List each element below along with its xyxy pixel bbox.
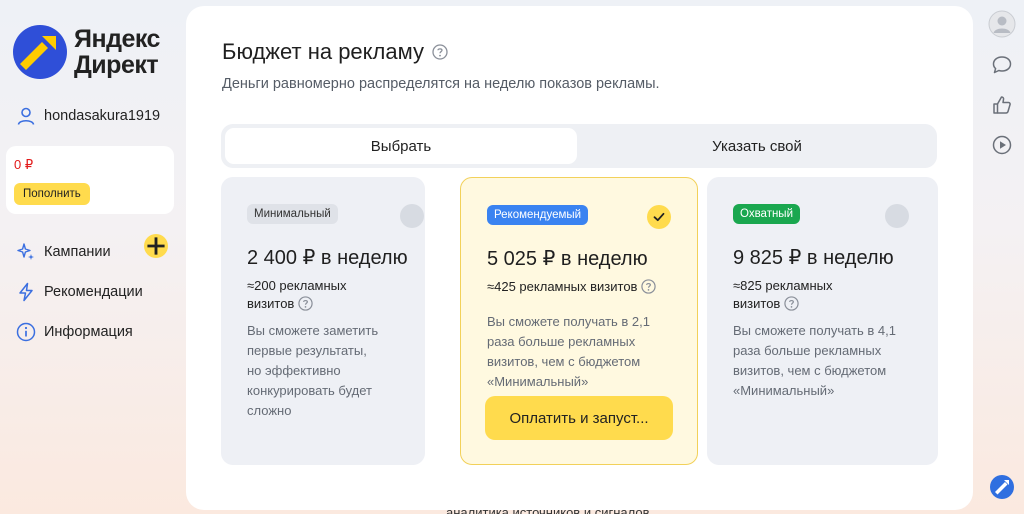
desc-line: визитов, чем с бюджетом bbox=[733, 363, 887, 378]
budget-badge: Охватный bbox=[733, 204, 800, 224]
radio-button[interactable] bbox=[885, 204, 909, 228]
radio-button-checked[interactable] bbox=[647, 205, 671, 229]
sidebar-item-label: Рекомендации bbox=[44, 284, 143, 300]
budget-price: 2 400 ₽ в неделю bbox=[247, 247, 408, 269]
budget-card-minimal[interactable]: Минимальный 2 400 ₽ в неделю ≈200 реклам… bbox=[221, 177, 425, 465]
visits-line: ≈425 рекламных визитов bbox=[487, 279, 638, 294]
visits-line: визитов bbox=[733, 296, 781, 311]
help-icon[interactable] bbox=[784, 296, 800, 311]
sidebar: Яндекс Директ hondasakura1919 0 ₽ Пополн… bbox=[0, 0, 182, 514]
logo-text: Яндекс Директ bbox=[74, 26, 160, 78]
desc-line: но эффективно bbox=[247, 363, 341, 378]
pay-and-launch-button[interactable]: Оплатить и запуст... bbox=[485, 396, 673, 440]
add-campaign-button[interactable] bbox=[144, 234, 168, 258]
visits-line: визитов bbox=[247, 296, 295, 311]
desc-line: Вы сможете заметить bbox=[247, 323, 379, 338]
user-icon bbox=[17, 107, 35, 125]
tab-choose[interactable]: Выбрать bbox=[225, 128, 577, 164]
tab-custom[interactable]: Указать свой bbox=[581, 128, 933, 164]
modal-title: Бюджет на рекламу bbox=[222, 39, 448, 65]
video-button[interactable] bbox=[985, 128, 1019, 162]
topup-button[interactable]: Пополнить bbox=[14, 183, 90, 205]
play-icon bbox=[992, 135, 1012, 155]
budget-price: 9 825 ₽ в неделю bbox=[733, 247, 894, 269]
desc-line: визитов, чем с бюджетом bbox=[487, 354, 641, 369]
budget-badge: Рекомендуемый bbox=[487, 205, 589, 225]
help-icon[interactable] bbox=[298, 296, 314, 311]
assistant-logo-icon bbox=[990, 475, 1014, 499]
budget-badge: Минимальный bbox=[247, 204, 338, 224]
balance-card: 0 ₽ Пополнить bbox=[6, 146, 174, 214]
visits-line-wrap: визитов bbox=[247, 295, 347, 313]
help-icon[interactable] bbox=[432, 44, 448, 60]
assistant-button[interactable] bbox=[985, 470, 1019, 504]
avatar-icon bbox=[988, 10, 1016, 38]
plus-icon bbox=[147, 237, 165, 255]
budget-card-reach[interactable]: Охватный 9 825 ₽ в неделю ≈825 рекламных… bbox=[707, 177, 938, 465]
yandex-direct-logo-icon bbox=[13, 25, 67, 79]
visits-line: ≈200 рекламных bbox=[247, 278, 347, 293]
logo-line-2: Директ bbox=[74, 51, 159, 79]
desc-line: «Минимальный» bbox=[733, 383, 835, 398]
logo-line-1: Яндекс bbox=[74, 25, 160, 53]
thumbs-up-icon bbox=[993, 96, 1011, 114]
chat-icon bbox=[992, 56, 1012, 74]
radio-button[interactable] bbox=[400, 204, 424, 228]
lightning-icon bbox=[19, 282, 33, 302]
budget-visits: ≈425 рекламных визитов bbox=[487, 278, 657, 296]
budget-description: Вы сможете получать в 2,1 раза больше ре… bbox=[487, 312, 650, 392]
modal-subtitle: Деньги равномерно распределятся на недел… bbox=[222, 76, 660, 92]
budget-visits: ≈200 рекламных визитов bbox=[247, 277, 347, 313]
sidebar-item-info[interactable]: Информация bbox=[16, 312, 176, 352]
background-page-text: аналитика источников и сигналов bbox=[446, 506, 650, 514]
modal-title-text: Бюджет на рекламу bbox=[222, 39, 424, 64]
budget-description: Вы сможете получать в 4,1 раза больше ре… bbox=[733, 321, 896, 401]
feedback-button[interactable] bbox=[985, 88, 1019, 122]
balance-value: 0 ₽ bbox=[14, 157, 34, 172]
desc-line: раза больше рекламных bbox=[733, 343, 882, 358]
desc-line: Вы сможете получать в 2,1 bbox=[487, 314, 651, 329]
sidebar-nav: Кампании Рекомендации Информация bbox=[16, 232, 176, 352]
desc-line: конкурировать будет bbox=[247, 383, 372, 398]
sidebar-item-campaigns[interactable]: Кампании bbox=[16, 232, 176, 272]
sidebar-item-recommendations[interactable]: Рекомендации bbox=[16, 272, 176, 312]
desc-line: Вы сможете получать в 4,1 bbox=[733, 323, 897, 338]
budget-description: Вы сможете заметить первые результаты, н… bbox=[247, 321, 378, 421]
chat-button[interactable] bbox=[985, 48, 1019, 82]
help-icon[interactable] bbox=[641, 279, 657, 294]
sparkle-icon bbox=[17, 243, 34, 260]
user-account[interactable]: hondasakura1919 bbox=[16, 104, 160, 128]
desc-line: «Минимальный» bbox=[487, 374, 589, 389]
right-rail bbox=[980, 0, 1024, 514]
yandex-direct-logo[interactable]: Яндекс Директ bbox=[12, 24, 172, 80]
budget-visits: ≈825 рекламных визитов bbox=[733, 277, 833, 313]
budget-price: 5 025 ₽ в неделю bbox=[487, 248, 648, 270]
desc-line: сложно bbox=[247, 403, 292, 418]
visits-line-wrap: визитов bbox=[733, 295, 833, 313]
profile-avatar[interactable] bbox=[985, 7, 1019, 41]
sidebar-item-label: Информация bbox=[44, 324, 133, 340]
info-icon bbox=[16, 322, 36, 342]
budget-options: Минимальный 2 400 ₽ в неделю ≈200 реклам… bbox=[221, 177, 938, 465]
budget-card-recommended[interactable]: Рекомендуемый 5 025 ₽ в неделю ≈425 рекл… bbox=[460, 177, 698, 465]
sidebar-item-label: Кампании bbox=[44, 244, 111, 260]
desc-line: первые результаты, bbox=[247, 343, 367, 358]
desc-line: раза больше рекламных bbox=[487, 334, 636, 349]
budget-modal: Бюджет на рекламу Деньги равномерно расп… bbox=[186, 6, 973, 510]
checkmark-icon bbox=[653, 212, 665, 222]
username: hondasakura1919 bbox=[44, 108, 161, 124]
visits-line: ≈825 рекламных bbox=[733, 278, 833, 293]
budget-tabs: Выбрать Указать свой bbox=[221, 124, 937, 168]
visits-line-wrap: ≈425 рекламных визитов bbox=[487, 278, 657, 296]
